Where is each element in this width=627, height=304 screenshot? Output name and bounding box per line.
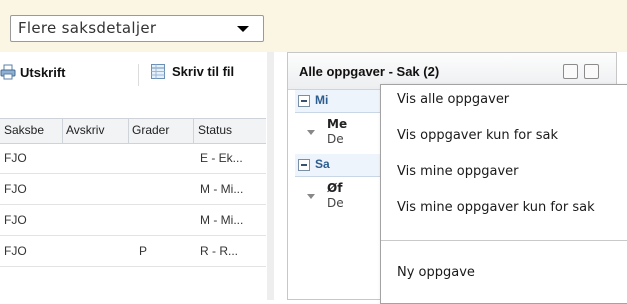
column-divider[interactable] — [193, 119, 194, 143]
task-item-subtitle: De — [327, 132, 344, 146]
menu-item-new-task[interactable]: Ny oppgave — [397, 265, 475, 280]
task-item-subtitle: De — [327, 196, 344, 210]
column-header[interactable]: Grader — [132, 123, 192, 137]
task-item-title: Me — [327, 117, 348, 131]
column-divider[interactable] — [62, 119, 63, 143]
table-cell: M - Mi... — [200, 182, 244, 196]
toolbar: Utskrift Skriv til fil — [0, 52, 274, 100]
details-select[interactable]: Flere saksdetaljer — [10, 15, 264, 42]
export-label: Skriv til fil — [172, 64, 235, 79]
column-header[interactable]: Status — [198, 123, 264, 137]
table-cell: R - R... — [200, 244, 238, 258]
menu-item-case-tasks[interactable]: Vis oppgaver kun for sak — [397, 128, 558, 143]
table-cell: FJO — [4, 244, 27, 258]
chevron-down-icon — [237, 26, 249, 32]
left-panel-scrollbar[interactable] — [267, 52, 274, 300]
task-group-label: Mi — [315, 93, 329, 107]
table-row[interactable]: FJO P R - R... — [0, 236, 266, 267]
column-divider[interactable] — [128, 119, 129, 143]
printer-icon — [0, 64, 16, 80]
top-band: Flere saksdetaljer — [0, 0, 627, 52]
table-row[interactable]: FJO E - Ek... — [0, 143, 266, 174]
details-select-value: Flere saksdetaljer — [18, 19, 157, 37]
menu-item-all-tasks[interactable]: Vis alle oppgaver — [397, 92, 509, 107]
task-item-title: Øf — [327, 181, 343, 195]
table-cell: FJO — [4, 151, 27, 165]
table-row[interactable]: FJO M - Mi... — [0, 205, 266, 236]
tasks-panel-title: Alle oppgaver - Sak (2) — [299, 64, 440, 79]
expand-icon[interactable] — [584, 64, 599, 79]
context-menu: Vis alle oppgaver Vis oppgaver kun for s… — [380, 84, 627, 304]
print-button[interactable]: Utskrift — [0, 64, 66, 80]
column-header[interactable]: Saksbe — [4, 123, 58, 137]
spreadsheet-icon — [151, 64, 165, 79]
collapse-toggle-icon[interactable] — [298, 95, 310, 107]
table-header: Saksbe Avskriv Grader Status — [0, 118, 266, 144]
collapse-toggle-icon[interactable] — [298, 159, 310, 171]
toolbar-divider — [138, 64, 139, 86]
case-details-panel: Utskrift Skriv til fil Saksbe Avskriv Gr… — [0, 52, 274, 300]
collapse-icon[interactable] — [563, 64, 578, 79]
menu-item-my-case-tasks[interactable]: Vis mine oppgaver kun for sak — [397, 200, 595, 215]
table-row[interactable]: FJO M - Mi... — [0, 174, 266, 205]
table-cell: E - Ek... — [200, 151, 243, 165]
table-cell: FJO — [4, 213, 27, 227]
task-group-label: Sa — [315, 157, 330, 171]
print-label: Utskrift — [20, 64, 66, 80]
menu-divider — [381, 240, 627, 241]
export-button[interactable]: Skriv til fil — [151, 64, 234, 79]
table-cell: P — [139, 244, 148, 258]
triangle-down-icon — [307, 130, 315, 135]
column-header[interactable]: Avskriv — [66, 123, 126, 137]
table-cell: M - Mi... — [200, 213, 244, 227]
triangle-down-icon — [307, 194, 315, 199]
menu-item-my-tasks[interactable]: Vis mine oppgaver — [397, 164, 518, 179]
table-cell: FJO — [4, 182, 27, 196]
